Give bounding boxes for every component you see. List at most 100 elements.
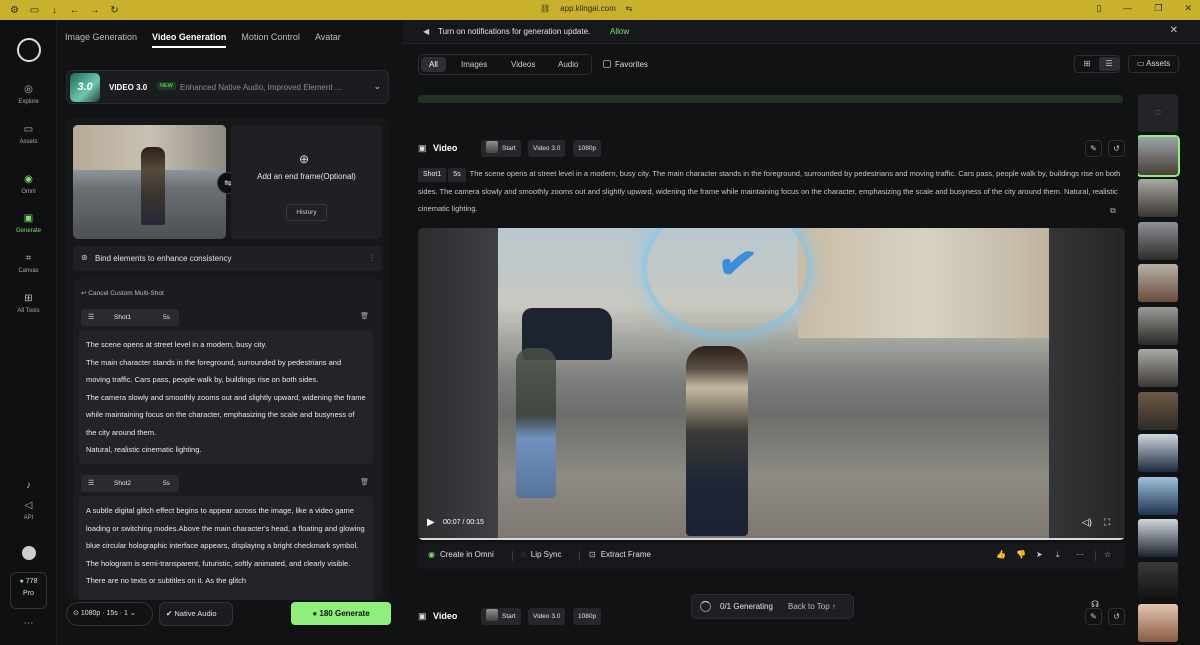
- bell-button[interactable]: ♪: [0, 480, 57, 495]
- more-button[interactable]: ⋯: [0, 618, 57, 633]
- tab-image-generation[interactable]: Image Generation: [65, 32, 137, 48]
- rail-item-omni[interactable]: ◉ Omni: [0, 174, 57, 195]
- start-frame-chip[interactable]: Start: [481, 608, 521, 625]
- rail-item-canvas[interactable]: ⌗ Canvas: [0, 253, 57, 274]
- seek-bar[interactable]: [418, 538, 1125, 540]
- shot-name: Shot2: [114, 480, 131, 487]
- shot-selector[interactable]: ☰ Shot1 5s: [81, 309, 179, 326]
- list-view-icon[interactable]: ☰: [1099, 57, 1119, 71]
- grid-view-icon[interactable]: ⊞: [1077, 57, 1097, 71]
- settings-dropdown[interactable]: ⊙ 1080p · 15s · 1 ⌄: [66, 602, 153, 626]
- edit-icon[interactable]: ✎: [1085, 140, 1102, 157]
- split-icon[interactable]: ▯: [1096, 3, 1101, 14]
- start-frame-chip[interactable]: Start: [481, 140, 521, 157]
- kling-logo[interactable]: [17, 38, 41, 62]
- start-frame-image[interactable]: [73, 125, 226, 239]
- star-icon[interactable]: ☆: [1104, 550, 1111, 559]
- address-bar[interactable]: ⛓ app.klingai.com ⇆: [540, 4, 632, 13]
- shot-chip: Shot1: [418, 168, 447, 182]
- more-icon[interactable]: ⋯: [1076, 550, 1084, 559]
- play-icon[interactable]: ▶: [427, 517, 435, 528]
- thumbs-down-icon[interactable]: 👎: [1016, 550, 1026, 559]
- thumbnail[interactable]: [1138, 519, 1178, 557]
- filter-images[interactable]: Images: [453, 57, 495, 72]
- cancel-multishot-button[interactable]: ↩ Cancel Custom Multi-Shot: [81, 289, 164, 297]
- sliders-icon[interactable]: ⫶: [371, 253, 373, 264]
- bind-elements-row[interactable]: ⊛ Bind elements to enhance consistency ⫶: [73, 246, 382, 271]
- divider: [579, 551, 580, 561]
- edit-icon[interactable]: ✎: [1085, 608, 1102, 625]
- thumbnail[interactable]: [1138, 391, 1178, 430]
- player-left-letterbox: [418, 228, 498, 540]
- shot-selector[interactable]: ☰ Shot2 5s: [81, 475, 179, 492]
- share-icon[interactable]: ➤: [1036, 550, 1043, 559]
- filter-audio[interactable]: Audio: [550, 57, 586, 72]
- thumbnail[interactable]: [1138, 349, 1178, 387]
- history-button[interactable]: History: [286, 204, 327, 221]
- browser-app-icon[interactable]: ⚙: [9, 5, 20, 16]
- rail-item-all-tools[interactable]: ⊞ All Tools: [0, 293, 57, 314]
- extract-frame-button[interactable]: ⊡ Extract Frame: [589, 550, 651, 559]
- lip-sync-button[interactable]: ◌ Lip Sync: [521, 550, 561, 559]
- reload-icon[interactable]: ↻: [109, 5, 120, 16]
- volume-icon[interactable]: ◁): [1082, 517, 1092, 528]
- maximize-icon[interactable]: ❐: [1154, 3, 1162, 14]
- tab-avatar[interactable]: Avatar: [315, 32, 341, 48]
- filter-videos[interactable]: Videos: [503, 57, 543, 72]
- shot-prompt-input[interactable]: A subtle digital glitch effect begins to…: [79, 496, 373, 600]
- rail-item-assets[interactable]: ▭ Assets: [0, 124, 57, 145]
- close-icon[interactable]: ✕: [1170, 25, 1178, 36]
- thumbnail[interactable]: [1138, 306, 1178, 345]
- rail-item-api[interactable]: ◁ API: [0, 500, 57, 521]
- filter-all[interactable]: All: [421, 57, 446, 72]
- video-player[interactable]: ✔ ▶ 00:07 / 00:15 ◁) ⛶: [418, 228, 1125, 540]
- forward-icon[interactable]: →: [89, 5, 100, 16]
- thumbnail[interactable]: [1138, 604, 1178, 642]
- checkbox-icon: [603, 60, 611, 68]
- end-frame-upload[interactable]: ⊕ Add an end frame(Optional) History: [231, 125, 382, 239]
- notification-banner: ◀ Turn on notifications for generation u…: [403, 20, 1200, 44]
- create-in-omni-button[interactable]: ◉ Create in Omni: [428, 550, 494, 559]
- allow-notifications-link[interactable]: Allow: [610, 27, 629, 36]
- copy-icon[interactable]: ⧉: [1110, 206, 1116, 216]
- model-selector[interactable]: 3.0 VIDEO 3.0 NEW Enhanced Native Audio,…: [66, 70, 389, 104]
- thumbnail[interactable]: [1138, 134, 1180, 177]
- close-window-icon[interactable]: ✕: [1184, 3, 1192, 14]
- thumbnail[interactable]: [1138, 561, 1178, 600]
- regenerate-icon[interactable]: ↺: [1108, 608, 1125, 625]
- thumbnail[interactable]: [1138, 434, 1178, 472]
- rail-item-explore[interactable]: ◎ Explore: [0, 84, 57, 105]
- minimize-icon[interactable]: —: [1123, 3, 1132, 14]
- thumbnail[interactable]: [1138, 179, 1178, 217]
- shot-duration[interactable]: 5s: [163, 309, 170, 326]
- thumbnail[interactable]: [1138, 264, 1178, 302]
- canvas-icon: ⌗: [25, 253, 32, 264]
- window-controls: ▯ — ❐ ✕: [1096, 3, 1192, 14]
- tab-motion-control[interactable]: Motion Control: [241, 32, 300, 48]
- sidebar-toggle-icon[interactable]: ▭: [29, 5, 40, 16]
- assets-button[interactable]: ▭ Assets: [1128, 55, 1179, 73]
- trash-icon[interactable]: 🗑: [360, 478, 369, 486]
- more-icon: ⋯: [23, 618, 34, 629]
- model-chip: Video 3.0: [528, 140, 566, 157]
- trash-icon[interactable]: 🗑: [360, 312, 369, 320]
- avatar[interactable]: [0, 546, 57, 563]
- link-elements-icon: ⊛: [81, 253, 88, 262]
- credits-box[interactable]: ● 778 Pro: [10, 572, 47, 609]
- thumbnail[interactable]: [1138, 221, 1178, 260]
- fullscreen-icon[interactable]: ⛶: [1104, 517, 1110, 528]
- thumbnail[interactable]: [1138, 476, 1178, 515]
- tab-video-generation[interactable]: Video Generation: [152, 32, 227, 48]
- download-icon[interactable]: ⤓: [1056, 550, 1060, 560]
- share-icon[interactable]: ⇆: [626, 4, 633, 13]
- shot-prompt-input[interactable]: The scene opens at street level in a mod…: [79, 330, 373, 464]
- regenerate-icon[interactable]: ↺: [1108, 140, 1125, 157]
- native-audio-toggle[interactable]: ✔ Native Audio: [159, 602, 233, 626]
- favorites-checkbox[interactable]: Favorites: [603, 60, 648, 69]
- thumbs-up-icon[interactable]: 👍: [996, 550, 1006, 559]
- generate-button[interactable]: ● 180 Generate: [291, 602, 391, 625]
- rail-item-generate[interactable]: ▣ Generate: [0, 213, 57, 234]
- shot-duration[interactable]: 5s: [163, 475, 170, 492]
- download-icon[interactable]: ↓: [49, 5, 60, 16]
- back-icon[interactable]: ←: [69, 5, 80, 16]
